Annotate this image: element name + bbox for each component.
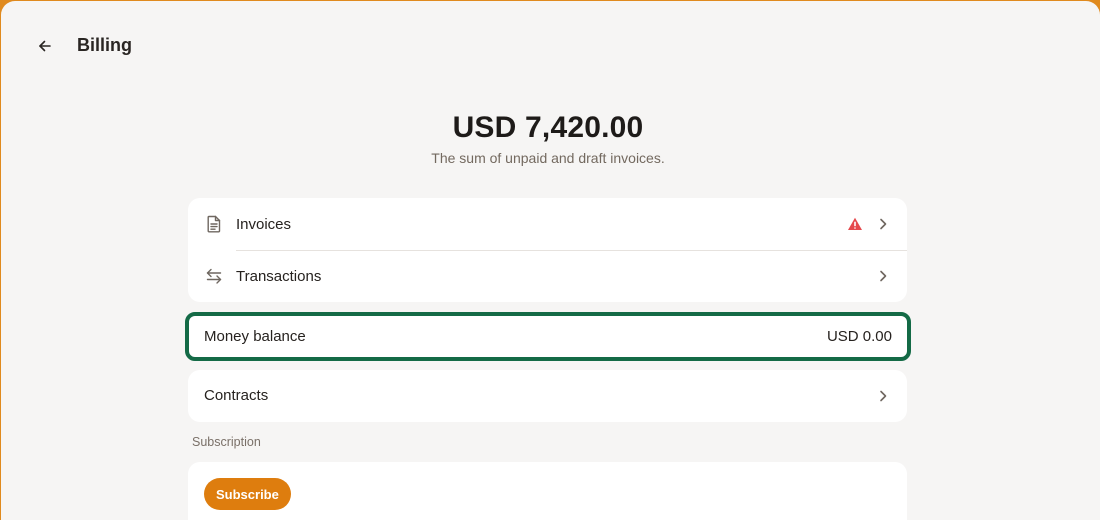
window-frame: Billing USD 7,420.00 The sum of unpaid a… — [0, 0, 1100, 520]
subscription-section-label: Subscription — [192, 435, 261, 449]
total-amount: USD 7,420.00 — [452, 111, 644, 144]
chevron-right-icon — [880, 390, 887, 402]
contracts-label: Contracts — [204, 387, 269, 404]
billing-panel: Billing USD 7,420.00 The sum of unpaid a… — [1, 1, 1100, 520]
document-icon — [204, 214, 224, 234]
arrow-left-icon — [39, 40, 51, 52]
money-balance-card: Money balance USD 0.00 — [185, 312, 911, 361]
contracts-row[interactable]: Contracts — [188, 370, 907, 422]
warning-triangle-icon — [848, 217, 862, 230]
transactions-label: Transactions — [236, 267, 322, 285]
page-title: Billing — [77, 35, 132, 55]
invoices-row[interactable]: Invoices — [188, 198, 907, 250]
subscription-card: Subscribe — [188, 462, 907, 520]
chevron-right-icon — [880, 218, 887, 230]
invoices-label: Invoices — [236, 215, 292, 233]
money-balance-value: USD 0.00 — [826, 328, 892, 345]
billing-nav-card: Invoices Transactions — [188, 198, 907, 302]
total-caption: The sum of unpaid and draft invoices. — [431, 150, 665, 166]
transactions-row[interactable]: Transactions — [188, 250, 907, 302]
page-header: Billing — [1, 1, 1100, 89]
chevron-right-icon — [880, 270, 887, 282]
subscribe-button[interactable]: Subscribe — [204, 478, 291, 510]
billing-summary: USD 7,420.00 The sum of unpaid and draft… — [1, 109, 1095, 166]
back-button[interactable] — [29, 30, 61, 62]
arrows-left-right-icon — [204, 266, 224, 286]
money-balance-label: Money balance — [204, 328, 306, 345]
